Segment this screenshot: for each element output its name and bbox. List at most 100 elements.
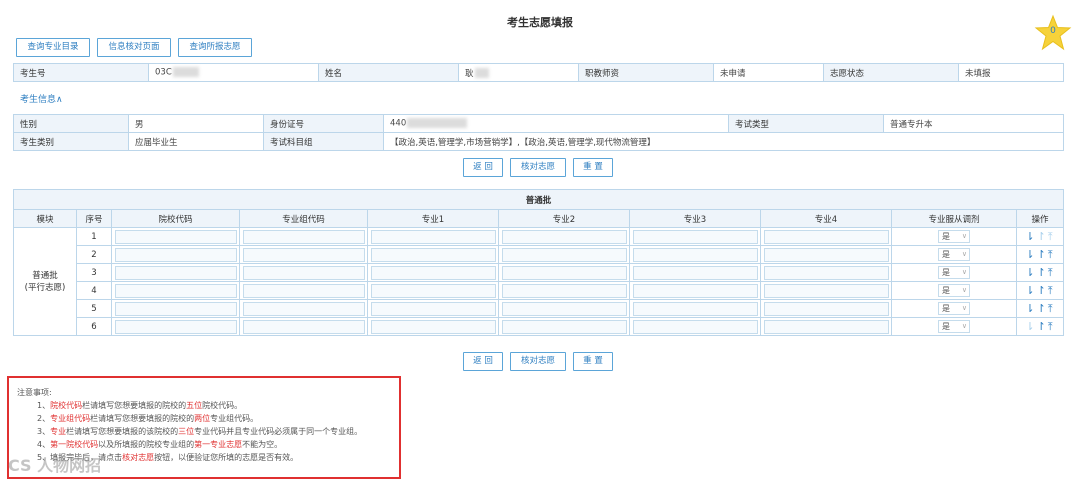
move-down-icon[interactable]: ⇂ (1025, 284, 1036, 297)
major-4-cell (760, 317, 892, 336)
move-up-icon[interactable]: ↾ (1037, 302, 1048, 315)
major-2-input[interactable] (501, 319, 627, 334)
major-1-input[interactable] (370, 247, 496, 262)
group-code-input[interactable] (242, 301, 365, 316)
group-code-input[interactable] (242, 283, 365, 298)
major-4-input[interactable] (763, 265, 889, 280)
chevron-down-icon: ∨ (961, 268, 967, 276)
move-up-icon[interactable]: ↾ (1037, 284, 1048, 297)
note-4: 4、第一院校代码以及所填报的院校专业组的第一专业志愿不能为空。 (37, 440, 283, 449)
adjust-cell: 是 ∨ (891, 263, 1017, 282)
query-report-button[interactable]: 查询所报志愿 (178, 38, 252, 57)
major-3-input[interactable] (632, 265, 758, 280)
major-3-input[interactable] (632, 301, 758, 316)
group-code-input[interactable] (242, 265, 365, 280)
check-wishes-button[interactable]: 核对志愿 (510, 158, 566, 177)
major-2-cell (498, 281, 630, 300)
major-4-cell (760, 281, 892, 300)
major-2-cell (498, 263, 630, 282)
move-top-icon[interactable]: ⤒ (1048, 230, 1055, 243)
name-label: 姓名 (318, 63, 459, 82)
header-ops: 操作 (1015, 209, 1065, 228)
major-4-input[interactable] (763, 247, 889, 262)
query-majors-button[interactable]: 查询专业目录 (16, 38, 90, 57)
ops-cell: ⇂↾⤒ (1015, 245, 1065, 264)
school-code-cell (111, 281, 240, 300)
school-code-input[interactable] (114, 319, 237, 334)
module-line-1: 普通批 (32, 270, 58, 281)
move-up-icon[interactable]: ↾ (1037, 320, 1048, 333)
info-verify-button[interactable]: 信息核对页面 (97, 38, 171, 57)
adjust-select[interactable]: 是 ∨ (938, 248, 970, 261)
move-top-icon[interactable]: ⤒ (1048, 320, 1055, 333)
major-2-input[interactable] (501, 229, 627, 244)
move-down-icon[interactable]: ⇂ (1025, 230, 1036, 243)
table-row: 4 是 ∨ ⇂↾⤒ (14, 281, 1065, 300)
major-2-input[interactable] (501, 283, 627, 298)
major-2-input[interactable] (501, 265, 627, 280)
major-4-input[interactable] (763, 283, 889, 298)
move-top-icon[interactable]: ⤒ (1048, 302, 1055, 315)
major-1-input[interactable] (370, 283, 496, 298)
major-1-input[interactable] (370, 265, 496, 280)
major-1-input[interactable] (370, 229, 496, 244)
favorites-star-icon[interactable]: 0 (1034, 14, 1072, 52)
back-button-bottom[interactable]: 返 回 (463, 352, 503, 371)
school-code-input[interactable] (114, 301, 237, 316)
row-seq: 2 (76, 245, 112, 264)
adjust-select[interactable]: 是 ∨ (938, 302, 970, 315)
reset-button[interactable]: 重 置 (573, 158, 613, 177)
school-code-cell (111, 245, 240, 264)
school-code-input[interactable] (114, 283, 237, 298)
move-up-icon[interactable]: ↾ (1037, 248, 1048, 261)
move-down-icon[interactable]: ⇂ (1025, 302, 1036, 315)
back-button[interactable]: 返 回 (463, 158, 503, 177)
move-down-icon[interactable]: ⇂ (1025, 266, 1036, 279)
major-1-input[interactable] (370, 301, 496, 316)
move-top-icon[interactable]: ⤒ (1048, 284, 1055, 297)
exam-type-value: 普通专升本 (883, 114, 1064, 133)
major-3-input[interactable] (632, 283, 758, 298)
move-down-icon[interactable]: ⇂ (1025, 248, 1036, 261)
reset-button-bottom[interactable]: 重 置 (573, 352, 613, 371)
major-2-input[interactable] (501, 247, 627, 262)
major-4-input[interactable] (763, 229, 889, 244)
group-code-input[interactable] (242, 229, 365, 244)
adjust-cell: 是 ∨ (891, 299, 1017, 318)
major-4-input[interactable] (763, 301, 889, 316)
move-up-icon[interactable]: ↾ (1037, 266, 1048, 279)
school-code-input[interactable] (114, 247, 237, 262)
move-up-icon[interactable]: ↾ (1037, 230, 1048, 243)
candidate-info-toggle[interactable]: 考生信息∧ (20, 92, 63, 105)
major-2-input[interactable] (501, 301, 627, 316)
chevron-down-icon: ∨ (961, 304, 967, 312)
major-1-input[interactable] (370, 319, 496, 334)
move-top-icon[interactable]: ⤒ (1048, 266, 1055, 279)
major-3-input[interactable] (632, 229, 758, 244)
group-code-cell (239, 299, 368, 318)
major-3-input[interactable] (632, 247, 758, 262)
adjust-select[interactable]: 是 ∨ (938, 320, 970, 333)
check-wishes-button-bottom[interactable]: 核对志愿 (510, 352, 566, 371)
group-code-input[interactable] (242, 319, 365, 334)
header-major-2: 专业2 (498, 209, 630, 228)
school-code-input[interactable] (114, 229, 237, 244)
section-title: 普通批 (12, 189, 1065, 210)
school-code-cell (111, 299, 240, 318)
school-code-input[interactable] (114, 265, 237, 280)
major-3-input[interactable] (632, 319, 758, 334)
category-label: 考生类别 (13, 132, 129, 151)
major-4-input[interactable] (763, 319, 889, 334)
group-code-input[interactable] (242, 247, 365, 262)
major-2-cell (498, 227, 630, 246)
exam-no-label: 考生号 (13, 63, 149, 82)
major-1-cell (367, 299, 499, 318)
adjust-select[interactable]: 是 ∨ (938, 284, 970, 297)
group-code-cell (239, 263, 368, 282)
adjust-select[interactable]: 是 ∨ (938, 230, 970, 243)
move-down-icon[interactable]: ⇂ (1025, 320, 1036, 333)
adjust-select[interactable]: 是 ∨ (938, 266, 970, 279)
move-top-icon[interactable]: ⤒ (1048, 248, 1055, 261)
row-seq: 5 (76, 299, 112, 318)
table-row: 普通批 (平行志愿) 1 是 ∨ ⇂↾⤒ (13, 227, 1065, 336)
